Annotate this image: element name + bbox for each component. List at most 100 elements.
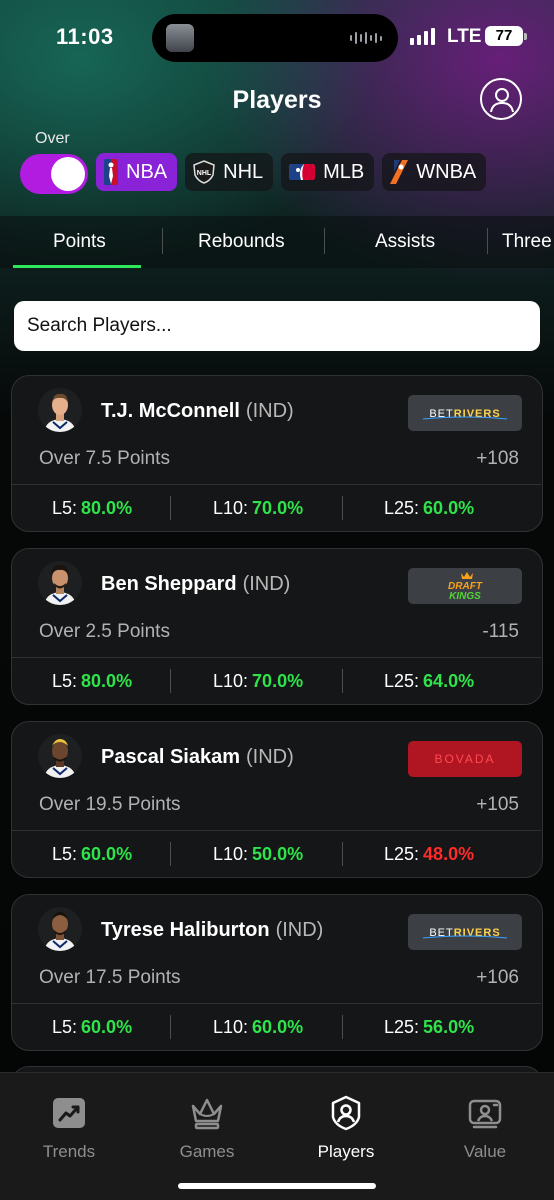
stat-l5: L5: 80.0% — [52, 671, 132, 692]
nba-logo-icon — [104, 159, 118, 185]
mlb-logo-icon — [289, 164, 316, 180]
nav-value[interactable]: Value — [430, 1093, 540, 1162]
betrivers-logo-icon: BETRIVERS — [422, 408, 508, 420]
tab-assists[interactable]: Assists — [375, 231, 435, 253]
stat-l5: L5: 60.0% — [52, 844, 132, 865]
player-card[interactable]: T.J. McConnell (IND) BETRIVERS Over 7.5 P… — [11, 375, 543, 532]
stat-label: L10: — [213, 1017, 249, 1037]
betrivers-logo-icon: BETRIVERS — [422, 927, 508, 939]
crown-icon — [191, 1098, 223, 1130]
player-team: (IND) — [246, 746, 294, 768]
card-divider — [12, 1003, 541, 1004]
player-card[interactable]: Ben Sheppard (IND) DRAFT KINGS Over 2.5 Po… — [11, 548, 543, 705]
league-nba[interactable]: NBA — [96, 153, 178, 191]
sportsbook-badge[interactable]: BOVADA — [408, 741, 522, 777]
player-name: Tyrese Haliburton — [101, 919, 270, 941]
profile-button[interactable] — [480, 78, 522, 120]
nav-label: Trends — [42, 1142, 96, 1161]
stat-value: 50.0% — [252, 844, 304, 864]
player-name-row: Ben Sheppard (IND) — [101, 573, 290, 596]
stat-l25: L25: 64.0% — [384, 671, 474, 692]
page-title: Players — [232, 86, 322, 114]
nav-trends[interactable]: Trends — [14, 1093, 124, 1162]
stat-l10: L10: 70.0% — [213, 671, 303, 692]
nav-label: Value — [463, 1142, 507, 1161]
prop-line: Over 7.5 Points — [39, 448, 170, 469]
league-label: NBA — [126, 160, 168, 183]
stat-label: L10: — [213, 844, 249, 864]
tab-rebounds[interactable]: Rebounds — [198, 231, 285, 253]
stat-value: 48.0% — [423, 844, 475, 864]
nav-players[interactable]: Players — [291, 1093, 401, 1162]
player-name: T.J. McConnell — [101, 400, 240, 422]
league-nhl[interactable]: NHL NHL — [185, 153, 274, 191]
bottom-nav: Trends Games Players Value — [0, 1072, 554, 1200]
tab-points[interactable]: Points — [53, 231, 106, 253]
league-mlb[interactable]: MLB — [281, 153, 375, 191]
player-team: (IND) — [275, 919, 324, 941]
stat-value: 60.0% — [81, 844, 133, 864]
player-name: Ben Sheppard — [101, 573, 237, 595]
stat-label: L5: — [52, 671, 78, 691]
prop-odds: +106 — [476, 967, 519, 988]
prop-odds: +108 — [476, 448, 519, 469]
stat-separator — [170, 496, 171, 520]
player-avatar — [38, 561, 82, 605]
cellular-signal-icon — [410, 27, 435, 45]
stat-value: 70.0% — [252, 498, 304, 518]
svg-text:NHL: NHL — [197, 170, 212, 177]
prop-line: Over 17.5 Points — [39, 967, 181, 988]
nhl-logo-icon: NHL — [193, 160, 215, 184]
svg-text:BOVADA: BOVADA — [434, 752, 495, 766]
tab-threes[interactable]: Three — [502, 231, 552, 253]
player-card[interactable]: Pascal Siakam (IND) BOVADA Over 19.5 Poin… — [11, 721, 543, 878]
stat-separator — [342, 496, 343, 520]
sportsbook-badge[interactable]: BETRIVERS — [408, 914, 522, 950]
nav-games[interactable]: Games — [152, 1093, 262, 1162]
toggle-knob — [51, 157, 85, 191]
stat-separator — [170, 842, 171, 866]
svg-text:KINGS: KINGS — [449, 591, 481, 601]
league-wnba[interactable]: WNBA — [382, 153, 487, 191]
sportsbook-badge[interactable]: DRAFT KINGS — [408, 568, 522, 604]
stat-l10: L10: 70.0% — [213, 498, 303, 519]
over-toggle[interactable] — [20, 154, 88, 194]
stat-separator — [342, 842, 343, 866]
sportsbook-badge[interactable]: BETRIVERS — [408, 395, 522, 431]
stat-label: L10: — [213, 671, 249, 691]
wnba-logo-icon — [390, 160, 409, 184]
person-circle-icon — [490, 88, 514, 113]
player-team: (IND) — [242, 573, 291, 595]
stat-value: 80.0% — [81, 671, 133, 691]
stat-separator — [342, 669, 343, 693]
stat-label: L25: — [384, 671, 420, 691]
stat-label: L25: — [384, 844, 420, 864]
battery-indicator: 77 — [485, 26, 527, 46]
tab-separator — [487, 228, 488, 254]
prop-line: Over 19.5 Points — [39, 794, 181, 815]
active-tab-indicator — [13, 265, 141, 268]
prop-odds: -115 — [482, 621, 519, 642]
player-name: Pascal Siakam — [101, 746, 240, 768]
stat-value: 60.0% — [423, 498, 475, 518]
audio-wave-icon — [350, 32, 382, 44]
card-divider — [12, 830, 541, 831]
player-badge-icon — [331, 1095, 361, 1131]
stat-label: L10: — [213, 498, 249, 518]
stat-l25: L25: 60.0% — [384, 498, 474, 519]
stat-value: 70.0% — [252, 671, 304, 691]
home-indicator — [178, 1183, 376, 1189]
league-selector: NBA NHL NHL MLB WNBA — [96, 153, 487, 191]
card-divider — [12, 657, 541, 658]
prop-odds: +105 — [476, 794, 519, 815]
stat-value: 60.0% — [81, 1017, 133, 1037]
stat-value: 64.0% — [423, 671, 475, 691]
tab-separator — [162, 228, 163, 254]
status-bar: 11:03 LTE 77 — [0, 0, 554, 76]
stat-value: 56.0% — [423, 1017, 475, 1037]
player-card[interactable]: Tyrese Haliburton (IND) BETRIVERS Over 17… — [11, 894, 543, 1051]
search-input[interactable] — [14, 301, 540, 351]
dynamic-island — [152, 14, 398, 62]
stat-label: L5: — [52, 498, 78, 518]
nav-label: Games — [179, 1142, 235, 1161]
